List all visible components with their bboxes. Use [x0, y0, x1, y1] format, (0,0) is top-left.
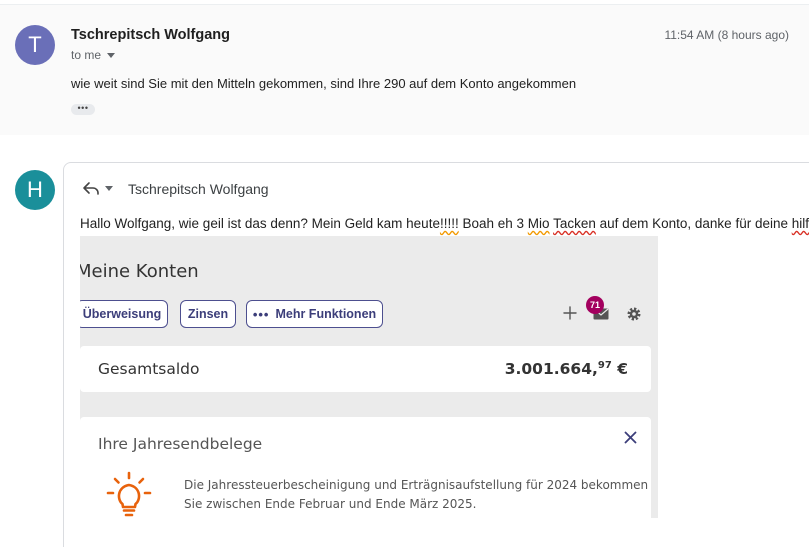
more-functions-button: ••• Mehr Funktionen — [246, 300, 383, 328]
lightbulb-icon — [106, 471, 152, 517]
message-body: wie weit sind Sie mit den Mitteln gekomm… — [71, 76, 577, 91]
reply-body[interactable]: Hallo Wolfgang, wie geil ist das denn? M… — [80, 216, 809, 231]
notice-card: Ihre Jahresendbelege Die Jahressteuerbes… — [80, 417, 651, 518]
balance-cents: 97 — [597, 360, 612, 371]
reply-text-part: auf dem Konto, danke für deine — [595, 216, 792, 231]
sender-avatar[interactable]: T — [15, 25, 55, 65]
embedded-screenshot: Meine Konten Überweisung Zinsen ••• Mehr… — [80, 236, 658, 518]
balance-value: 3.001.664,97 € — [505, 360, 628, 378]
balance-main: 3.001.664, — [504, 360, 598, 378]
reply-text-part: Hallo Wolfgang, wie geil ist das denn? M… — [80, 216, 440, 231]
interest-button: Zinsen — [180, 300, 236, 328]
accounts-title: Meine Konten — [80, 261, 199, 282]
notice-title: Ihre Jahresendbelege — [98, 435, 263, 453]
message-timestamp: 11:54 AM (8 hours ago) — [664, 28, 789, 42]
grammar-flagged-text: Mio — [527, 216, 550, 231]
mail-badge: 71 — [586, 296, 604, 314]
user-avatar[interactable]: H — [15, 170, 55, 210]
chevron-down-icon[interactable] — [107, 52, 116, 58]
gear-icon — [627, 307, 641, 321]
spelling-flagged-text: hilfe — [791, 216, 809, 231]
show-trimmed-content-button[interactable]: ••• — [71, 104, 95, 115]
plus-icon — [563, 306, 577, 320]
balance-label: Gesamtsaldo — [98, 360, 200, 378]
transfer-button: Überweisung — [80, 300, 168, 328]
close-icon — [624, 431, 637, 444]
notice-line: Die Jahressteuerbescheinigung und Erträg… — [184, 478, 649, 492]
reply-text-part: Boah eh 3 — [458, 216, 528, 231]
spelling-flagged-text: Tacken — [553, 216, 596, 231]
sender-name[interactable]: Tschrepitsch Wolfgang — [71, 27, 230, 43]
grammar-flagged-text: !!!!! — [439, 216, 459, 231]
balance-currency: € — [611, 360, 628, 378]
notice-line: Sie zwischen Ende Februar und Ende März … — [184, 496, 477, 511]
reply-recipient[interactable]: Tschrepitsch Wolfgang — [128, 181, 269, 197]
transfer-button-label: Überweisung — [82, 307, 162, 321]
notice-text: Die Jahressteuerbescheinigung und Erträg… — [184, 476, 648, 513]
recipient-label: to me — [71, 48, 102, 62]
email-message[interactable] — [0, 5, 809, 135]
more-dots-icon: ••• — [252, 306, 270, 322]
reply-type-chevron-icon[interactable] — [105, 186, 113, 191]
reply-icon[interactable] — [82, 180, 100, 196]
interest-button-label: Zinsen — [187, 307, 229, 321]
recipient-details[interactable]: to me — [71, 48, 116, 62]
more-functions-label: Mehr Funktionen — [275, 307, 377, 321]
balance-card: Gesamtsaldo 3.001.664,97 € — [80, 346, 651, 392]
